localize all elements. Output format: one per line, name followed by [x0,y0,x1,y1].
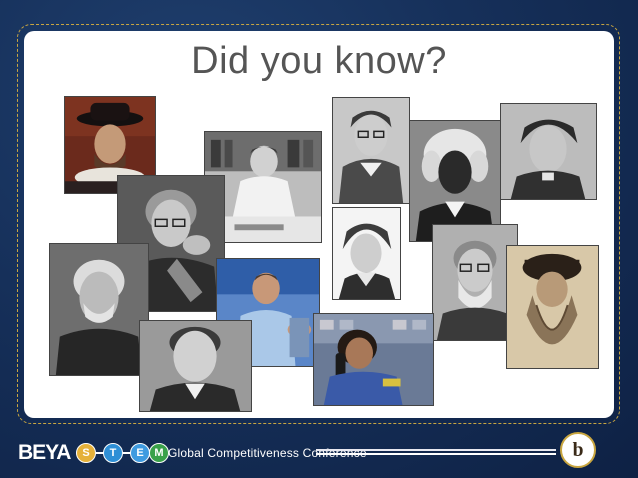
b-logo-icon: b [560,432,596,468]
portrait-man-white-hair [49,243,149,376]
logo-letter: b [573,440,584,461]
footer-rule-lines [316,449,556,457]
stem-s-icon: S [76,443,96,463]
stem-m-icon: M [149,443,169,463]
stem-t-icon: T [103,443,123,463]
portrait-young-man [139,320,252,412]
portrait-man-long-beard-hat [506,245,599,369]
portrait-woman-bonnet [332,207,401,300]
slide-title: Did you know? [191,40,447,82]
beya-logo-text: BEYA [18,441,71,464]
portrait-woman-dark-hair [500,103,597,200]
portrait-woman-astronaut [313,313,434,406]
stem-e-icon: E [130,443,150,463]
portrait-woman-glasses-collar [332,97,410,204]
